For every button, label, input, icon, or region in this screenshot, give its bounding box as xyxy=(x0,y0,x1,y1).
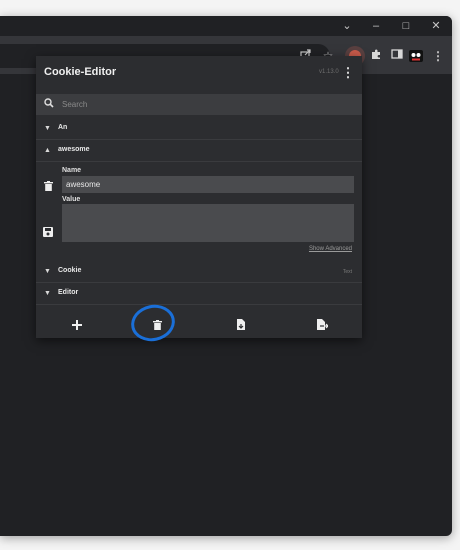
kebab-menu-icon[interactable]: ⋮ xyxy=(430,48,446,64)
cookie-name: Editor xyxy=(58,289,79,296)
cookie-row-editor[interactable]: ▼ Editor xyxy=(36,284,362,305)
cookie-name: An xyxy=(58,124,68,131)
cookie-meta: Text xyxy=(342,269,352,275)
cookie-name-field[interactable] xyxy=(62,176,354,193)
search-bar xyxy=(36,94,362,115)
name-label: Name xyxy=(62,167,82,174)
chevron-down-icon: ▼ xyxy=(44,125,51,132)
popup-header: Cookie-Editor v1.13.0 ⋮ xyxy=(36,56,362,92)
tab-search-icon[interactable]: ⌄ xyxy=(337,18,357,34)
close-window-button[interactable]: ✕ xyxy=(426,18,446,34)
popup-title: Cookie-Editor xyxy=(44,66,117,78)
cookie-editor-popup: Cookie-Editor v1.13.0 ⋮ ▼ An ▲ awesome N… xyxy=(36,56,362,338)
profile-avatar-icon[interactable] xyxy=(408,48,424,64)
kebab-menu-icon[interactable]: ⋮ xyxy=(341,64,355,82)
chevron-down-icon: ▼ xyxy=(44,290,51,297)
add-cookie-button[interactable] xyxy=(69,318,85,334)
cookie-name: Cookie xyxy=(58,267,82,274)
version-label: v1.13.0 xyxy=(319,69,339,75)
cookie-value-field[interactable] xyxy=(62,204,354,242)
trash-icon[interactable] xyxy=(42,181,54,193)
search-icon xyxy=(44,98,56,110)
maximize-button[interactable]: □ xyxy=(396,18,416,34)
chevron-up-icon: ▲ xyxy=(44,147,51,154)
import-button[interactable] xyxy=(233,318,249,334)
puzzle-icon[interactable] xyxy=(368,48,384,64)
title-bar: ⌄ – □ ✕ xyxy=(0,16,452,36)
export-button[interactable] xyxy=(314,318,330,334)
save-icon[interactable] xyxy=(42,227,54,239)
value-label: Value xyxy=(62,196,81,203)
minimize-button[interactable]: – xyxy=(366,18,386,34)
action-bar xyxy=(36,314,362,338)
chevron-down-icon: ▼ xyxy=(44,268,51,275)
cookie-row-an[interactable]: ▼ An xyxy=(36,119,362,140)
cookie-row-cookie[interactable]: ▼ Cookie Text xyxy=(36,262,362,283)
side-panel-icon[interactable] xyxy=(389,48,405,64)
show-advanced-link[interactable]: Show Advanced xyxy=(309,246,352,252)
cookie-row-awesome[interactable]: ▲ awesome xyxy=(36,141,362,162)
search-input[interactable] xyxy=(62,96,352,112)
cookie-name: awesome xyxy=(58,146,90,153)
